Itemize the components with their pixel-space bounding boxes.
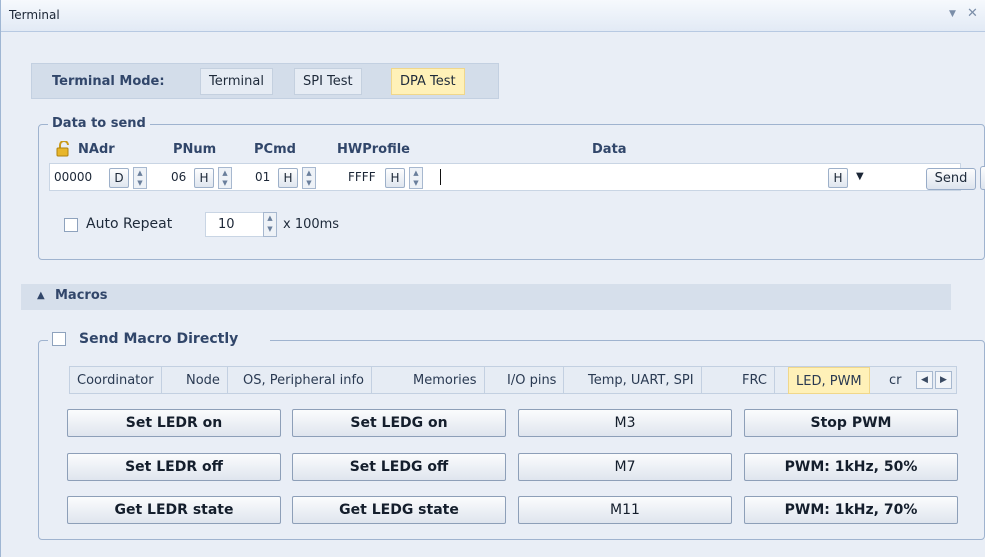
macro-m11-button[interactable]: M11 bbox=[518, 496, 732, 524]
pnum-format-button[interactable]: H bbox=[194, 168, 214, 188]
send-button[interactable]: Send bbox=[926, 168, 976, 190]
tab-node[interactable]: Node bbox=[179, 367, 228, 394]
auto-repeat-label: Auto Repeat bbox=[86, 216, 173, 232]
macro-m3-button[interactable]: M3 bbox=[518, 409, 732, 437]
tab-led-pwm[interactable]: LED, PWM bbox=[788, 367, 870, 394]
collapse-triangle-icon[interactable]: ▲ bbox=[37, 290, 45, 301]
tab-frc[interactable]: FRC bbox=[735, 367, 775, 394]
pnum-spinner[interactable]: ▲ ▼ bbox=[218, 167, 232, 189]
spin-up-icon[interactable]: ▲ bbox=[219, 168, 231, 178]
hwprofile-format-button[interactable]: H bbox=[385, 168, 405, 188]
pcmd-header: PCmd bbox=[254, 142, 296, 157]
macro-stop-pwm-button[interactable]: Stop PWM bbox=[744, 409, 958, 437]
spin-up-icon[interactable]: ▲ bbox=[410, 168, 422, 178]
spin-up-icon[interactable]: ▲ bbox=[134, 168, 146, 178]
pnum-field[interactable]: 06 bbox=[171, 170, 186, 184]
tab-temp-uart-spi[interactable]: Temp, UART, SPI bbox=[581, 367, 702, 394]
title-bar: Terminal ▼ ✕ bbox=[1, 0, 985, 32]
spin-down-icon[interactable]: ▼ bbox=[303, 178, 315, 188]
nadr-header: NAdr bbox=[78, 142, 115, 157]
send-macro-directly-legend: Send Macro Directly bbox=[48, 331, 270, 349]
tab-coordinator[interactable]: Coordinator bbox=[70, 367, 162, 394]
tab-memories[interactable]: Memories bbox=[406, 367, 485, 394]
macro-set-ledr-off-button[interactable]: Set LEDR off bbox=[67, 453, 281, 481]
auto-repeat-unit: x 100ms bbox=[283, 217, 340, 232]
pcmd-field[interactable]: 01 bbox=[255, 170, 270, 184]
macro-tabs: Coordinator Node OS, Peripheral info Mem… bbox=[69, 366, 957, 394]
data-to-send-row: 00000 D ▲ ▼ 06 H ▲ ▼ 01 H ▲ ▼ FFFF H ▲ ▼ H ▼… bbox=[49, 163, 985, 191]
spin-down-icon[interactable]: ▼ bbox=[219, 178, 231, 188]
auto-repeat-spinner[interactable]: ▲ ▼ bbox=[263, 212, 277, 237]
close-icon[interactable]: ✕ bbox=[967, 6, 978, 21]
nadr-format-button[interactable]: D bbox=[109, 168, 129, 188]
lock-open-icon[interactable] bbox=[56, 141, 74, 157]
mode-dpa-test-button[interactable]: DPA Test bbox=[391, 68, 465, 95]
text-caret bbox=[440, 169, 441, 185]
send-macro-directly-label: Send Macro Directly bbox=[79, 331, 239, 347]
hwprofile-spinner[interactable]: ▲ ▼ bbox=[409, 167, 423, 189]
terminal-mode-label: Terminal Mode: bbox=[52, 74, 165, 89]
spin-down-icon[interactable]: ▼ bbox=[410, 178, 422, 188]
macro-set-ledg-off-button[interactable]: Set LEDG off bbox=[292, 453, 506, 481]
tab-io-pins[interactable]: I/O pins bbox=[500, 367, 565, 394]
spin-up-icon[interactable]: ▲ bbox=[303, 168, 315, 178]
hwprofile-field[interactable]: FFFF bbox=[348, 170, 376, 184]
spin-up-icon[interactable]: ▲ bbox=[264, 213, 276, 224]
window-title: Terminal bbox=[9, 8, 60, 22]
spin-down-icon[interactable]: ▼ bbox=[134, 178, 146, 188]
macro-m7-button[interactable]: M7 bbox=[518, 453, 732, 481]
macro-set-ledr-on-button[interactable]: Set LEDR on bbox=[67, 409, 281, 437]
data-format-button[interactable]: H bbox=[828, 168, 848, 188]
chevron-down-icon[interactable]: ▼ bbox=[856, 171, 864, 182]
macro-pwm-1khz-50-button[interactable]: PWM: 1kHz, 50% bbox=[744, 453, 958, 481]
auto-repeat-value: 10 bbox=[218, 217, 235, 232]
tab-os-peripheral-info[interactable]: OS, Peripheral info bbox=[236, 367, 373, 394]
nadr-spinner[interactable]: ▲ ▼ bbox=[133, 167, 147, 189]
nadr-field[interactable]: 00000 bbox=[54, 170, 92, 184]
data-header: Data bbox=[592, 142, 627, 157]
auto-repeat-checkbox[interactable] bbox=[64, 218, 78, 232]
terminal-mode-bar: Terminal Mode: Terminal SPI Test DPA Tes… bbox=[31, 63, 499, 99]
macro-get-ledr-state-button[interactable]: Get LEDR state bbox=[67, 496, 281, 524]
pnum-header: PNum bbox=[173, 142, 217, 157]
macro-pwm-1khz-70-button[interactable]: PWM: 1kHz, 70% bbox=[744, 496, 958, 524]
pcmd-spinner[interactable]: ▲ ▼ bbox=[302, 167, 316, 189]
spin-down-icon[interactable]: ▼ bbox=[264, 224, 276, 235]
pin-dropdown-icon[interactable]: ▼ bbox=[949, 9, 956, 19]
mode-spi-test-button[interactable]: SPI Test bbox=[294, 68, 362, 95]
tab-scroll-right-icon[interactable]: ▶ bbox=[935, 371, 952, 389]
macro-get-ledg-state-button[interactable]: Get LEDG state bbox=[292, 496, 506, 524]
macro-set-ledg-on-button[interactable]: Set LEDG on bbox=[292, 409, 506, 437]
data-input[interactable] bbox=[434, 166, 824, 188]
mode-terminal-button[interactable]: Terminal bbox=[200, 68, 273, 95]
macros-label: Macros bbox=[55, 288, 108, 303]
terminal-window: Terminal ▼ ✕ Terminal Mode: Terminal SPI… bbox=[0, 0, 985, 557]
tab-cr[interactable]: cr bbox=[882, 367, 909, 394]
data-to-send-legend: Data to send bbox=[48, 116, 150, 131]
macros-section-header[interactable]: ▲ Macros bbox=[21, 284, 951, 310]
pcmd-format-button[interactable]: H bbox=[278, 168, 298, 188]
tab-scroll-left-icon[interactable]: ◀ bbox=[916, 371, 933, 389]
send-macro-directly-checkbox[interactable] bbox=[52, 332, 66, 346]
clear-icon[interactable]: ✖ bbox=[980, 166, 985, 190]
hwprofile-header: HWProfile bbox=[337, 142, 410, 157]
